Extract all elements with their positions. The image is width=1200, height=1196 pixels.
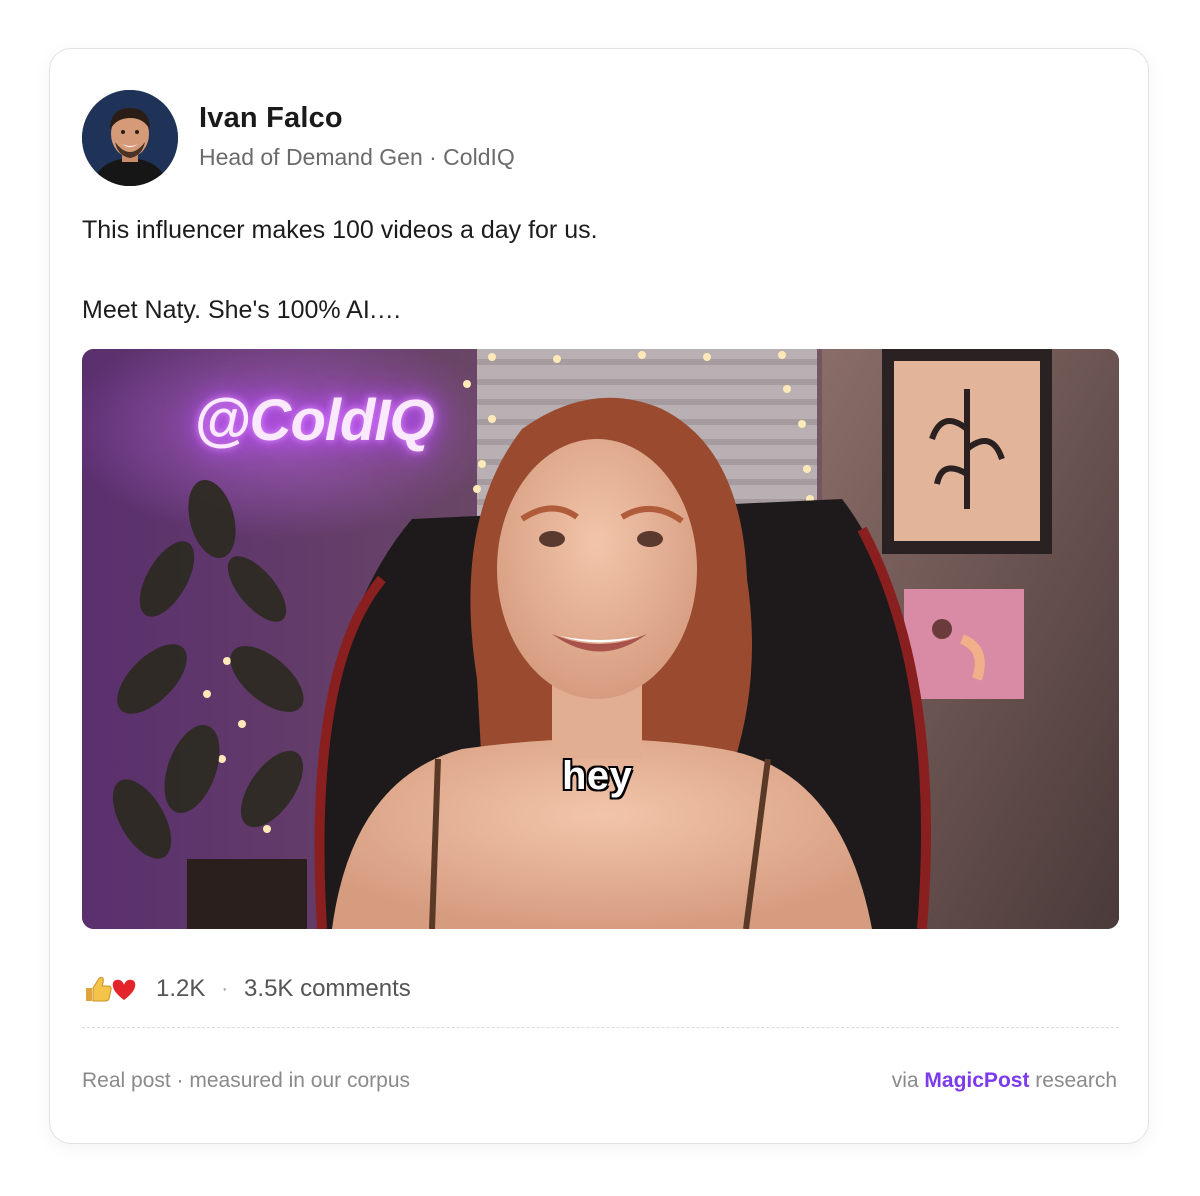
video-caption: hey xyxy=(561,753,633,799)
post-card: Ivan Falco Head of Demand Gen · ColdIQ T… xyxy=(49,48,1149,1144)
attribution: via MagicPost research xyxy=(892,1069,1117,1093)
thumbs-up-icon xyxy=(86,976,137,1002)
post-video[interactable]: @ColdIQ hey xyxy=(82,349,1119,929)
author-headline: Head of Demand Gen · ColdIQ xyxy=(199,144,515,170)
brand-link[interactable]: MagicPost xyxy=(924,1069,1029,1092)
attribution-via: via xyxy=(891,1069,919,1092)
post-text-line-2[interactable]: Meet Naty. She's 100% AI.… xyxy=(82,296,402,325)
heart-icon xyxy=(111,978,137,1002)
author-avatar[interactable] xyxy=(82,90,178,186)
comment-count[interactable]: 3.5K comments xyxy=(244,975,411,1003)
avatar-image xyxy=(82,90,178,186)
stats-separator: · xyxy=(221,977,229,1000)
author-name[interactable]: Ivan Falco xyxy=(199,102,343,135)
source-note: Real post · measured in our corpus xyxy=(82,1069,410,1092)
engagement-stats: 1.2K · 3.5K comments xyxy=(82,971,411,1007)
post-text-line-1: This influencer makes 100 videos a day f… xyxy=(82,216,598,244)
neon-sign: @ColdIQ xyxy=(194,388,435,453)
attribution-suffix: research xyxy=(1035,1069,1117,1092)
reaction-count[interactable]: 1.2K xyxy=(156,975,205,1003)
reaction-icons[interactable] xyxy=(82,974,138,1004)
footer-divider xyxy=(82,1027,1119,1028)
